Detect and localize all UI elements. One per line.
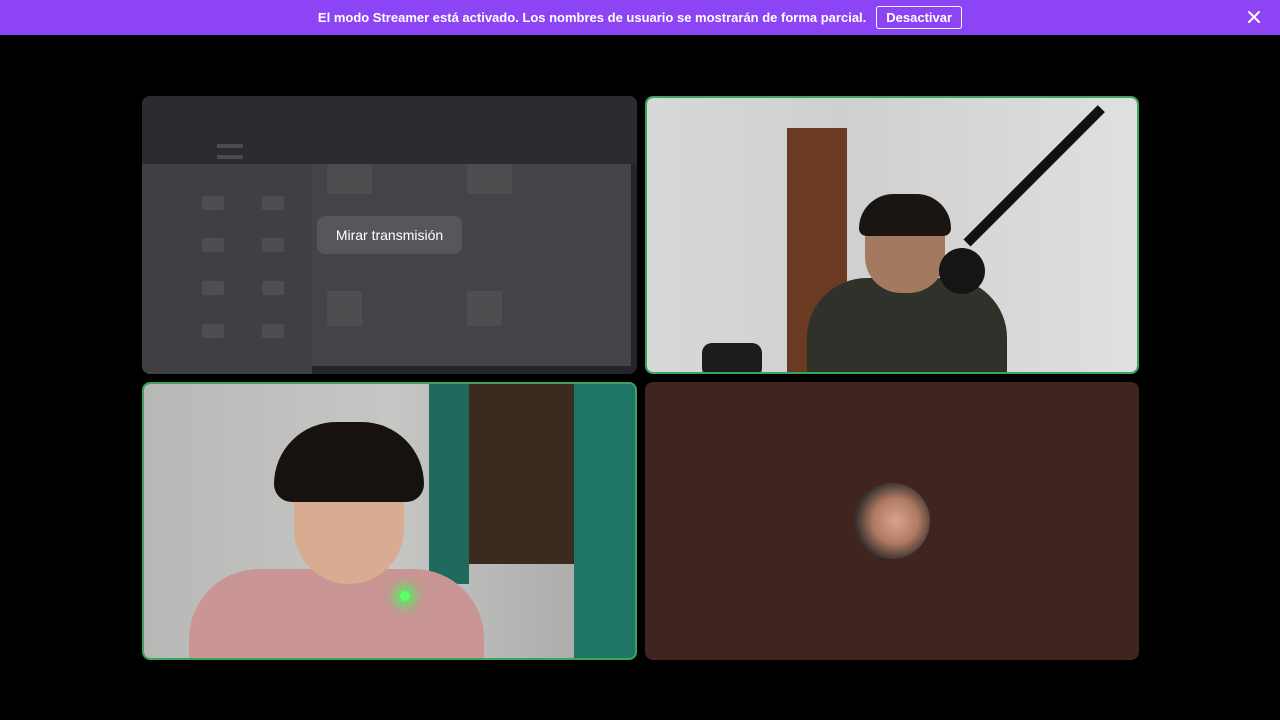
close-icon[interactable] <box>1246 9 1262 25</box>
avatar <box>854 483 930 559</box>
participant-video-tile-2[interactable] <box>142 382 637 660</box>
watch-stream-button[interactable]: Mirar transmisión <box>317 216 462 254</box>
headset-led <box>400 591 410 601</box>
streamer-mode-message: El modo Streamer está activado. Los nomb… <box>317 10 867 25</box>
participant-avatar-tile[interactable] <box>645 382 1139 660</box>
participant-video-tile-1[interactable] <box>645 96 1139 374</box>
disable-streamer-mode-button[interactable]: Desactivar <box>876 6 963 29</box>
streamer-mode-banner: El modo Streamer está activado. Los nomb… <box>0 0 1280 35</box>
stream-preview-tile[interactable]: ▬▬ ▬▬ Mirar transmisión <box>142 96 637 374</box>
microphone <box>939 248 985 294</box>
